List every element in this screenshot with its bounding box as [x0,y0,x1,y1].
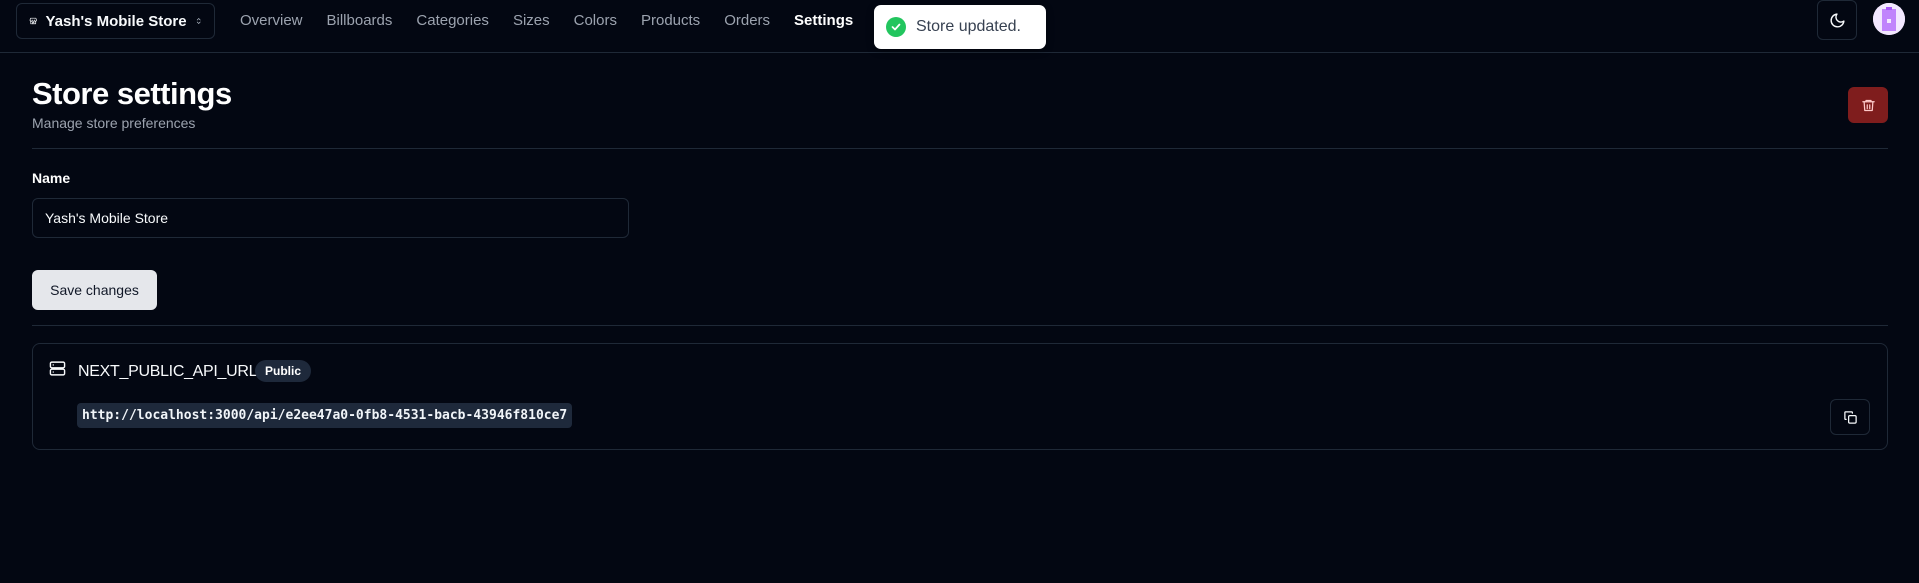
form-divider [32,325,1888,326]
chevrons-up-down-icon [196,18,201,24]
nav-sizes[interactable]: Sizes [513,12,550,29]
nav-products[interactable]: Products [641,12,700,29]
nav-billboards[interactable]: Billboards [327,12,393,29]
nav-colors[interactable]: Colors [574,12,617,29]
copy-icon [1843,410,1857,424]
page-subtitle: Manage store preferences [32,115,196,131]
nav-overview[interactable]: Overview [240,12,303,29]
check-circle-icon [886,17,906,37]
trash-icon [1861,99,1875,111]
header-divider [32,148,1888,149]
store-switcher-label: Yash's Mobile Store [45,12,187,30]
api-alert-card: NEXT_PUBLIC_API_URL Public http://localh… [32,343,1888,450]
nav-categories[interactable]: Categories [416,12,489,29]
moon-icon [1830,12,1845,27]
name-field-label: Name [32,170,71,186]
page-title: Store settings [32,76,232,111]
store-switcher-button[interactable]: Yash's Mobile Store [16,3,215,39]
api-title: NEXT_PUBLIC_API_URL [78,363,258,380]
theme-toggle-button[interactable] [1817,0,1857,40]
save-changes-button[interactable]: Save changes [32,270,157,310]
toast-message: Store updated. [916,18,1021,35]
avatar-image [1873,3,1905,35]
visibility-badge: Public [255,360,312,382]
store-name-input[interactable] [32,198,629,238]
user-avatar[interactable] [1873,3,1905,35]
nav-orders[interactable]: Orders [724,12,770,29]
delete-store-button[interactable] [1848,87,1888,123]
api-url: http://localhost:3000/api/e2ee47a0-0fb8-… [77,403,573,428]
toast-notification: Store updated. [874,5,1046,49]
nav-settings[interactable]: Settings [794,12,853,29]
copy-url-button[interactable] [1830,399,1870,435]
store-icon [29,17,37,25]
main-nav: Overview Billboards Categories Sizes Col… [240,0,853,40]
server-icon [49,361,66,376]
